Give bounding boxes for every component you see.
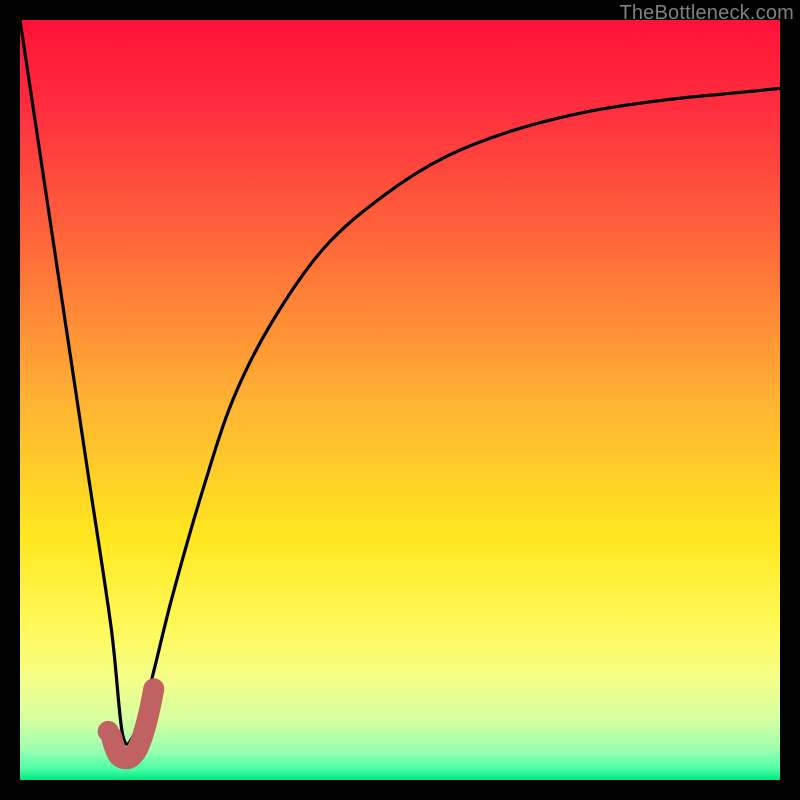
watermark-label: TheBottleneck.com: [619, 2, 794, 25]
curve-overlay: [20, 20, 780, 780]
plot-area: [20, 20, 780, 780]
bottleneck-curve: [20, 20, 780, 744]
highlight-dot: [98, 721, 119, 742]
chart-frame: TheBottleneck.com: [0, 0, 800, 800]
